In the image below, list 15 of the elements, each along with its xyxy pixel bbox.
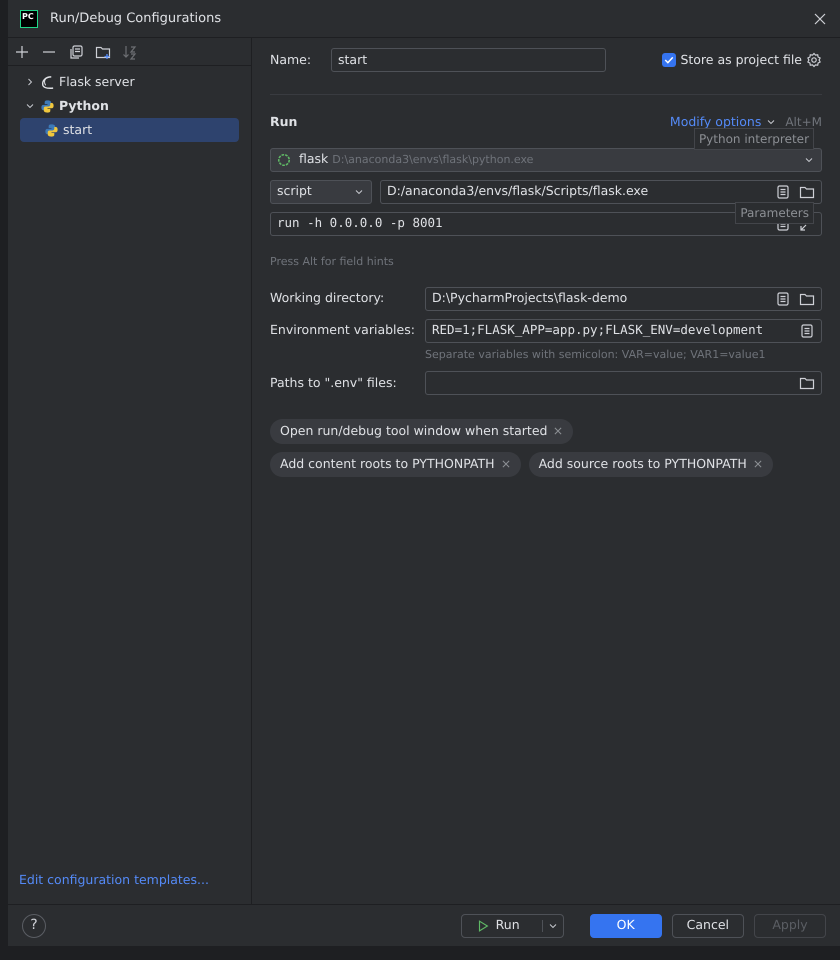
field-label: Environment variables: bbox=[270, 321, 416, 340]
window-title: Run/Debug Configurations bbox=[50, 10, 222, 28]
option-chip: Add source roots to PYTHONPATH bbox=[528, 452, 773, 476]
hint-text: Separate variables with semicolon: VAR=value; VAR1=value1 bbox=[425, 346, 766, 362]
app-logo: PC bbox=[20, 10, 38, 28]
option-chip: Open run/debug tool window when started bbox=[270, 419, 574, 444]
field-label: Name: bbox=[270, 50, 312, 69]
section-title: Run bbox=[270, 113, 298, 131]
field-label: Paths to ".env" files: bbox=[270, 374, 398, 392]
tooltip: Parameters bbox=[735, 202, 814, 224]
field-label: Working directory: bbox=[270, 289, 386, 308]
option-chip: Add content roots to PYTHONPATH bbox=[270, 452, 521, 476]
checkbox-label: Store as project file bbox=[680, 50, 802, 69]
tooltip: Python interpreter bbox=[694, 128, 814, 150]
hint-text: Press Alt for field hints bbox=[270, 254, 394, 268]
